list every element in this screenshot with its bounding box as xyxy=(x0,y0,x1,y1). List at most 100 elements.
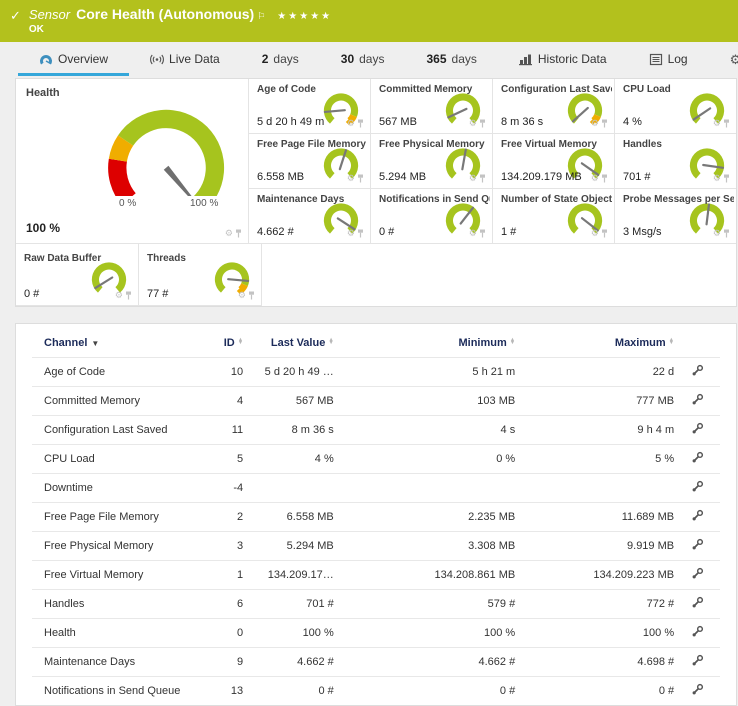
tab-365-days[interactable]: 365days xyxy=(405,45,497,76)
channel-settings-icon[interactable] xyxy=(691,567,704,580)
channel-row-age-of-code[interactable]: Age of Code105 d 20 h 49 …5 h 21 m22 d xyxy=(32,358,720,387)
gauge-pin-icon[interactable] xyxy=(248,291,255,300)
channel-actions-cell xyxy=(674,387,720,416)
channel-settings-icon[interactable] xyxy=(691,422,704,435)
channel-settings-icon[interactable] xyxy=(691,625,704,638)
channel-row-free-page-file-memory[interactable]: Free Page File Memory26.558 MB2.235 MB11… xyxy=(32,503,720,532)
channel-name: Committed Memory xyxy=(32,387,199,416)
gauge-value: 134.209.179 MB xyxy=(501,171,582,183)
channel-maximum: 134.209.223 MB xyxy=(515,561,674,590)
gauge-settings-gear-icon[interactable]: ⚙ xyxy=(347,174,355,183)
channel-settings-icon[interactable] xyxy=(691,480,704,493)
gauge-pin-icon[interactable] xyxy=(479,119,486,128)
channel-actions-cell xyxy=(674,648,720,677)
channel-name: Health xyxy=(32,619,199,648)
column-header-channel[interactable]: Channel▼ xyxy=(32,328,199,358)
channel-settings-icon[interactable] xyxy=(691,654,704,667)
gauge-settings-gear-icon[interactable]: ⚙ xyxy=(591,119,599,128)
channel-row-cpu-load[interactable]: CPU Load54 %0 %5 % xyxy=(32,445,720,474)
column-header-maximum[interactable]: Maximum▲▼ xyxy=(515,328,674,358)
gauge-pin-icon[interactable] xyxy=(357,229,364,238)
gauge-settings-gear-icon[interactable]: ⚙ xyxy=(591,229,599,238)
column-header-id[interactable]: ID▲▼ xyxy=(199,328,243,358)
channel-maximum: 100 % xyxy=(515,619,674,648)
channel-row-handles[interactable]: Handles6701 #579 #772 # xyxy=(32,590,720,619)
channel-row-notifications-in-send-queue[interactable]: Notifications in Send Queue130 #0 #0 # xyxy=(32,677,720,706)
gauge-settings-gear-icon[interactable]: ⚙ xyxy=(469,119,477,128)
gauge-title: Notifications in Send Queue xyxy=(379,194,490,205)
sort-icon: ▲▼ xyxy=(669,339,674,345)
gauge-settings-gear-icon[interactable]: ⚙ xyxy=(469,229,477,238)
channel-settings-icon[interactable] xyxy=(691,364,704,377)
gauge-settings-gear-icon[interactable]: ⚙ xyxy=(238,291,246,300)
channel-row-free-virtual-memory[interactable]: Free Virtual Memory1134.209.17…134.208.8… xyxy=(32,561,720,590)
channel-minimum: 4.662 # xyxy=(334,648,515,677)
gauge-settings-gear-icon[interactable]: ⚙ xyxy=(347,229,355,238)
gauge-value: 701 # xyxy=(623,171,651,183)
channel-minimum xyxy=(334,474,515,503)
gauge-settings-gear-icon[interactable]: ⚙ xyxy=(713,174,721,183)
flag-icon[interactable]: ⚐ xyxy=(257,11,265,22)
gauge-pin-icon[interactable] xyxy=(601,119,608,128)
channel-settings-icon[interactable] xyxy=(691,596,704,609)
gauge-pin-icon[interactable] xyxy=(601,174,608,183)
tab-overview[interactable]: Overview xyxy=(18,45,129,76)
gauge-pin-icon[interactable] xyxy=(357,174,364,183)
gauge-settings-gear-icon[interactable]: ⚙ xyxy=(591,174,599,183)
channel-last-value: 567 MB xyxy=(243,387,334,416)
gauge-settings-gear-icon[interactable]: ⚙ xyxy=(225,229,233,238)
gauge-pin-icon[interactable] xyxy=(601,229,608,238)
channel-row-maintenance-days[interactable]: Maintenance Days94.662 #4.662 #4.698 # xyxy=(32,648,720,677)
tab-live-data[interactable]: Live Data xyxy=(129,45,241,76)
gauge-settings-gear-icon[interactable]: ⚙ xyxy=(713,119,721,128)
gauge-tile-free-virtual-memory: Free Virtual Memory134.209.179 MB⚙ xyxy=(492,134,614,189)
channel-minimum: 4 s xyxy=(334,416,515,445)
channel-row-configuration-last-saved[interactable]: Configuration Last Saved118 m 36 s4 s9 h… xyxy=(32,416,720,445)
priority-stars[interactable]: ★★★★★ xyxy=(277,11,332,22)
column-header-last-value[interactable]: Last Value▲▼ xyxy=(243,328,334,358)
channel-id: 4 xyxy=(199,387,243,416)
channel-row-free-physical-memory[interactable]: Free Physical Memory35.294 MB3.308 MB9.9… xyxy=(32,532,720,561)
gauge-title: Committed Memory xyxy=(379,84,490,95)
gauge-pin-icon[interactable] xyxy=(723,174,730,183)
column-header-minimum[interactable]: Minimum▲▼ xyxy=(334,328,515,358)
gauge-settings-gear-icon[interactable]: ⚙ xyxy=(347,119,355,128)
tab-log[interactable]: Log xyxy=(628,45,709,76)
health-gauge-tile: Health x 0 % 100 % 100 % ⚙ xyxy=(16,79,248,244)
tab-settings[interactable]: ⚙Settings xyxy=(709,45,738,76)
gauge-pin-icon[interactable] xyxy=(125,291,132,300)
tab-30-days[interactable]: 30days xyxy=(320,45,406,76)
sort-icon: ▲▼ xyxy=(238,339,243,345)
channel-settings-icon[interactable] xyxy=(691,509,704,522)
gauge-pin-icon[interactable] xyxy=(235,229,242,238)
gauge-pin-icon[interactable] xyxy=(723,229,730,238)
channel-maximum: 0 # xyxy=(515,677,674,706)
gauge-settings-gear-icon[interactable]: ⚙ xyxy=(469,174,477,183)
channel-maximum: 5 % xyxy=(515,445,674,474)
channel-name: Free Physical Memory xyxy=(32,532,199,561)
channel-settings-icon[interactable] xyxy=(691,451,704,464)
channel-row-committed-memory[interactable]: Committed Memory4567 MB103 MB777 MB xyxy=(32,387,720,416)
gauge-pin-icon[interactable] xyxy=(357,119,364,128)
tab-label: Overview xyxy=(58,52,108,66)
channel-row-health[interactable]: Health0100 %100 %100 % xyxy=(32,619,720,648)
gauge-pin-icon[interactable] xyxy=(479,174,486,183)
gauge-pin-icon[interactable] xyxy=(723,119,730,128)
channel-settings-icon[interactable] xyxy=(691,538,704,551)
channel-actions-cell xyxy=(674,561,720,590)
channel-row-downtime[interactable]: Downtime-4 xyxy=(32,474,720,503)
sort-icon: ▲▼ xyxy=(328,339,333,345)
gauge-settings-gear-icon[interactable]: ⚙ xyxy=(115,291,123,300)
tab-2-days[interactable]: 2days xyxy=(241,45,320,76)
channel-last-value: 701 # xyxy=(243,590,334,619)
tab-historic-data[interactable]: Historic Data xyxy=(498,45,628,76)
channel-settings-icon[interactable] xyxy=(691,393,704,406)
gauge-settings-gear-icon[interactable]: ⚙ xyxy=(713,229,721,238)
channel-name: CPU Load xyxy=(32,445,199,474)
gauge-title: Raw Data Buffer xyxy=(24,253,136,264)
channel-id: -4 xyxy=(199,474,243,503)
channel-settings-icon[interactable] xyxy=(691,683,704,696)
channel-last-value: 5 d 20 h 49 … xyxy=(243,358,334,387)
channel-id: 11 xyxy=(199,416,243,445)
gauge-pin-icon[interactable] xyxy=(479,229,486,238)
